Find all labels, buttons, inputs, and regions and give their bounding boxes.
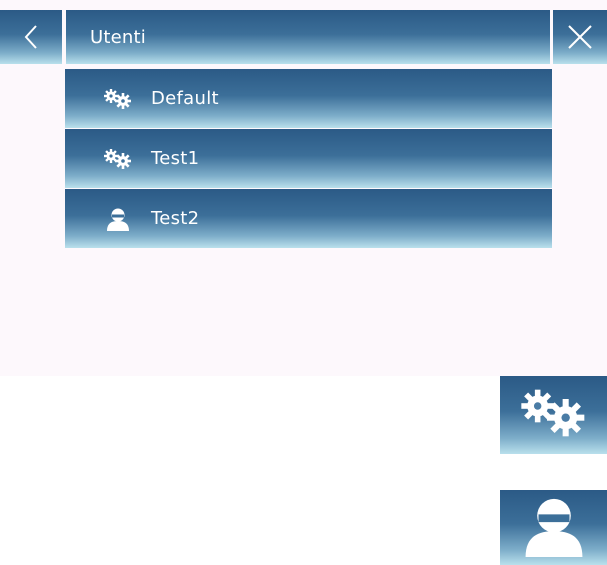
user-icon	[103, 207, 133, 231]
chevron-left-icon	[24, 25, 37, 49]
user-icon	[523, 495, 585, 561]
user-item-label: Default	[151, 88, 219, 109]
gears-icon	[519, 388, 589, 442]
gears-icon	[103, 147, 133, 171]
user-button[interactable]	[500, 490, 607, 565]
close-icon	[568, 25, 592, 49]
header-bar: Utenti	[0, 10, 607, 64]
settings-button[interactable]	[500, 376, 607, 454]
user-item-label: Test1	[151, 148, 200, 169]
page-title: Utenti	[90, 26, 146, 48]
user-item-label: Test2	[151, 208, 200, 229]
close-button[interactable]	[553, 10, 607, 64]
user-item-test2[interactable]: Test2	[65, 189, 552, 248]
title-bar: Utenti	[66, 10, 550, 64]
gears-icon	[103, 87, 133, 111]
user-item-test1[interactable]: Test1	[65, 129, 552, 188]
user-list: Default Test1 Test2	[65, 69, 552, 249]
user-item-default[interactable]: Default	[65, 69, 552, 128]
back-button[interactable]	[0, 10, 62, 64]
